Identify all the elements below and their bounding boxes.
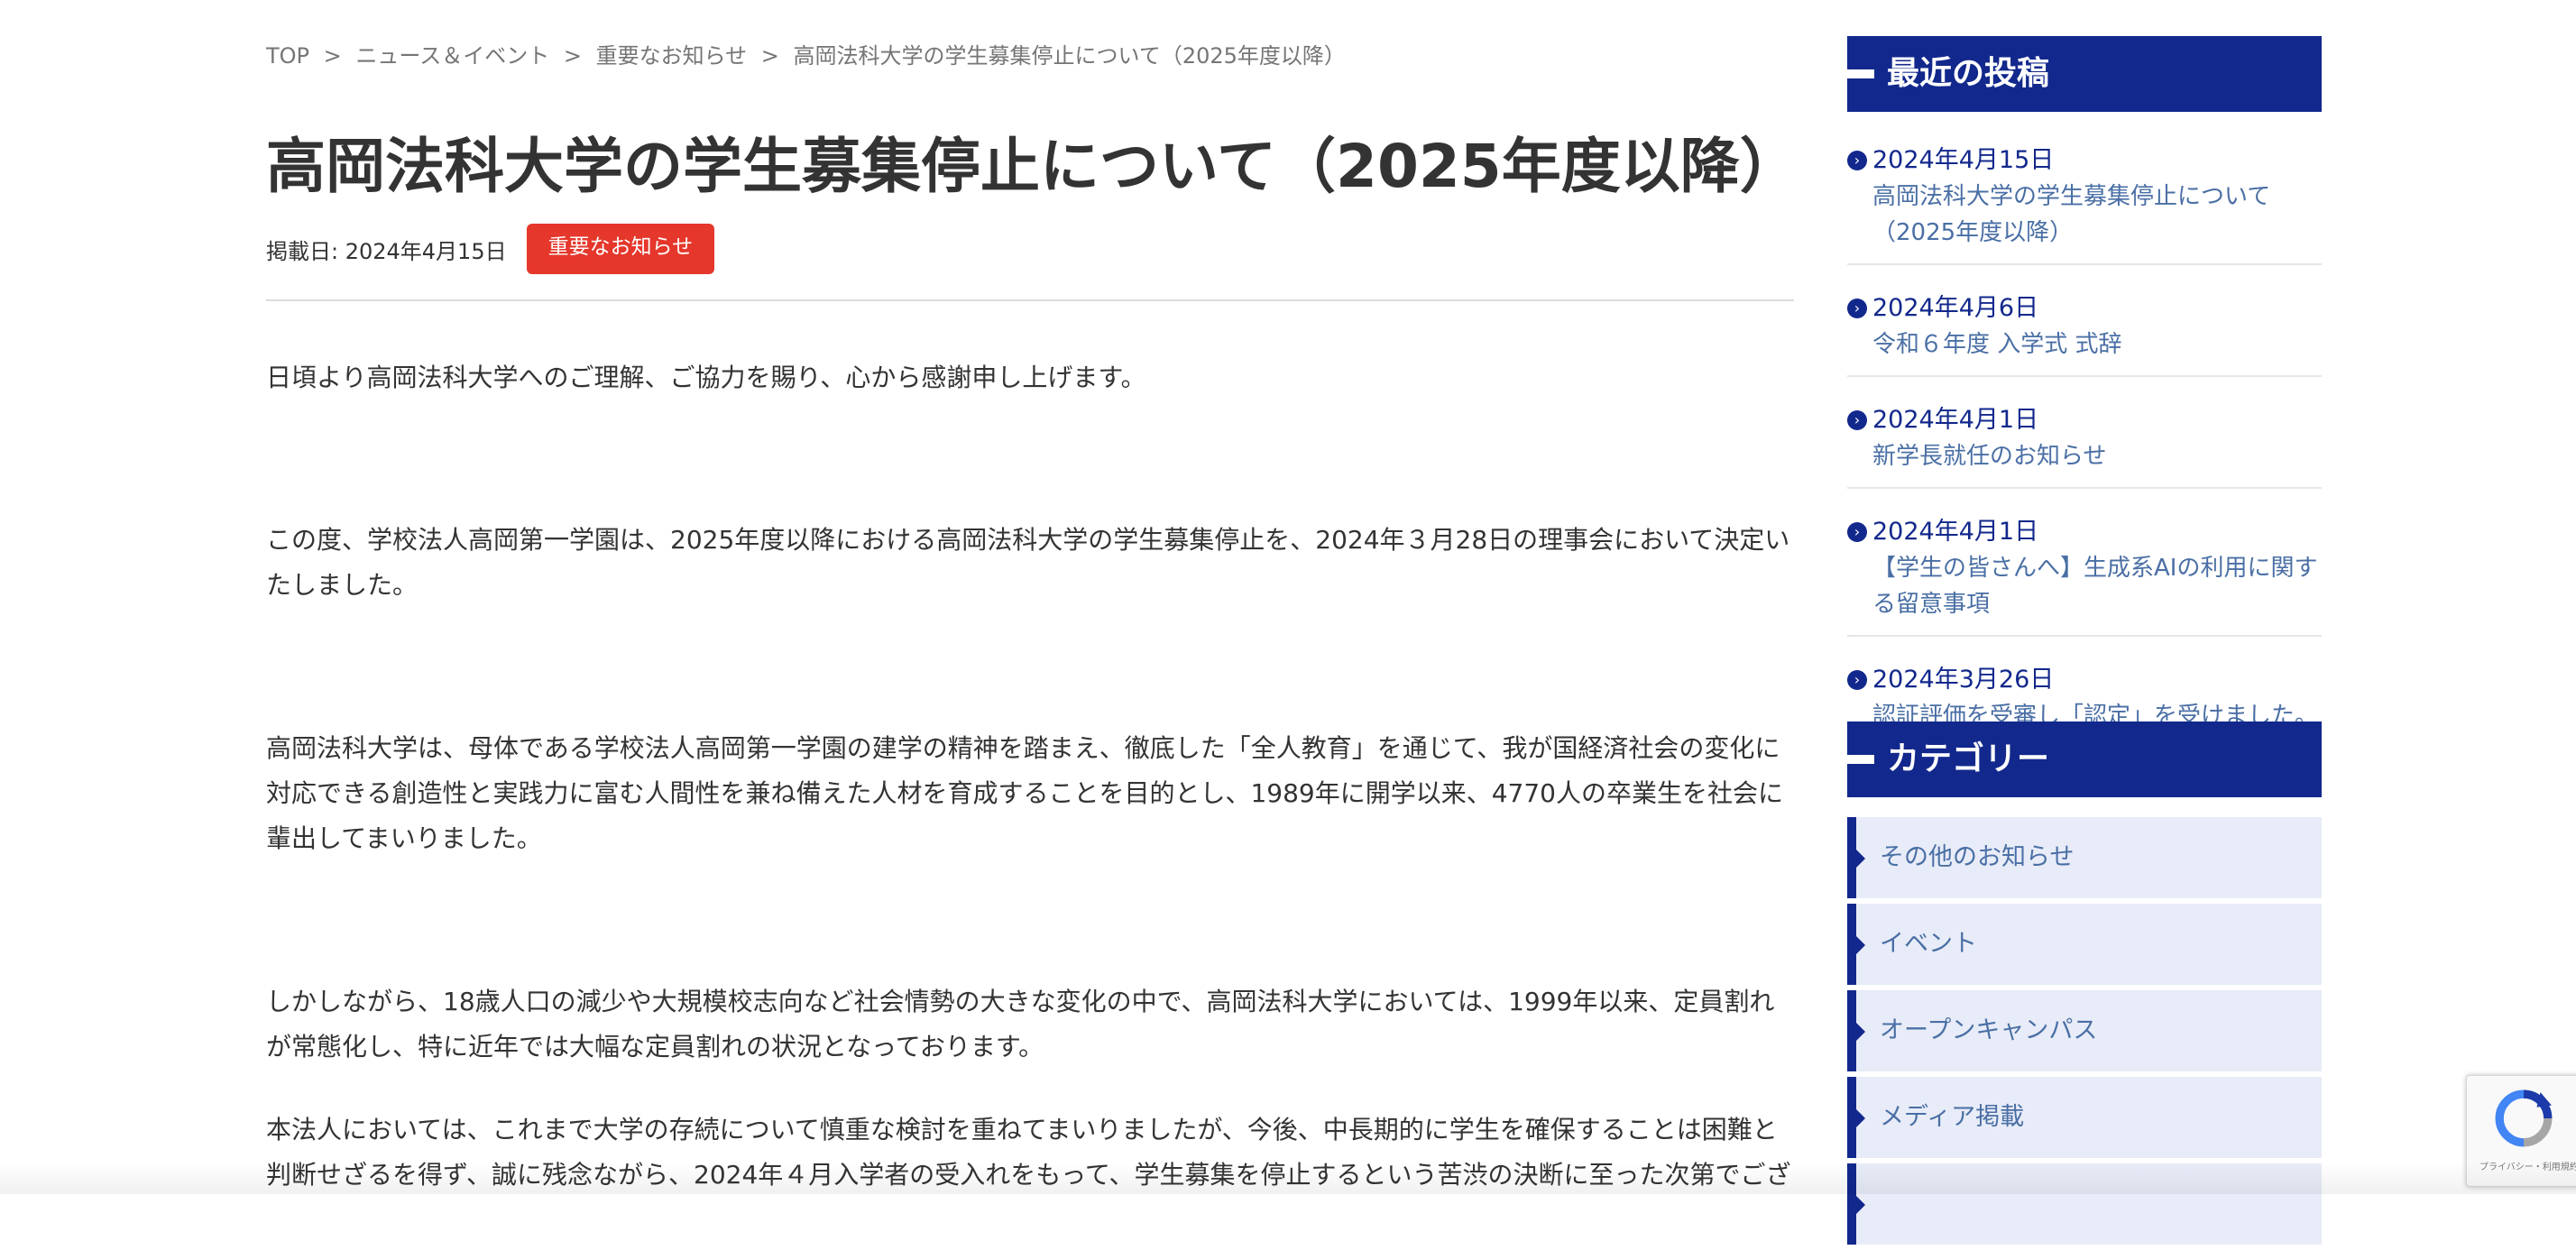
recent-post-item: › 2024年4月1日 【学生の皆さんへ】生成系AIの利用に関する留意事項: [1847, 509, 2322, 637]
recent-post-date: 2024年4月1日: [1872, 406, 2039, 434]
categories-list: その他のお知らせ イベント オープンキャンパス メディア掲載: [1847, 817, 2322, 1250]
recaptcha-privacy-terms[interactable]: プライバシー・利用規約: [2479, 1159, 2576, 1172]
recaptcha-badge[interactable]: プライバシー・利用規約: [2466, 1075, 2576, 1187]
article-paragraph: 本法人においては、これまで大学の存続について慎重な検討を重ねてまいりましたが、今…: [266, 1115, 1791, 1190]
chevron-right-circle-icon: ›: [1847, 299, 1867, 318]
breadcrumb-news-events-link[interactable]: ニュース＆イベント: [355, 43, 549, 69]
category-item-partial[interactable]: [1847, 1163, 2322, 1245]
breadcrumb-current-page: 高岡法科大学の学生募集停止について（2025年度以降）: [793, 43, 1346, 69]
recent-posts-heading-text: 最近の投稿: [1887, 55, 2050, 92]
category-link[interactable]: メディア掲載: [1880, 1077, 2024, 1158]
article-meta: 掲載日: 2024年4月15日 重要なお知らせ: [266, 224, 715, 274]
chevron-right-circle-icon: ›: [1847, 670, 1867, 690]
chevron-right-circle-icon: ›: [1847, 151, 1867, 170]
triangle-right-icon: [1856, 1196, 1865, 1214]
category-item-other-notices[interactable]: その他のお知らせ: [1847, 817, 2322, 898]
category-item-open-campus[interactable]: オープンキャンパス: [1847, 990, 2322, 1071]
recent-post-date-row: › 2024年4月6日: [1847, 290, 2322, 326]
triangle-right-icon: [1856, 936, 1865, 954]
recent-post-date-row: › 2024年4月15日: [1847, 142, 2322, 179]
recent-post-date-row: › 2024年4月1日: [1847, 402, 2322, 438]
publish-date: 掲載日: 2024年4月15日: [266, 238, 507, 264]
chevron-right-circle-icon: ›: [1847, 522, 1867, 542]
category-link[interactable]: イベント: [1880, 904, 1977, 985]
category-item-events[interactable]: イベント: [1847, 904, 2322, 985]
recent-posts-list: › 2024年4月15日 高岡法科大学の学生募集停止について（2025年度以降）…: [1847, 137, 2322, 768]
recent-post-date: 2024年4月1日: [1872, 518, 2039, 546]
category-badge[interactable]: 重要なお知らせ: [526, 224, 715, 274]
recent-post-item: › 2024年4月1日 新学長就任のお知らせ: [1847, 397, 2322, 489]
recent-post-link[interactable]: 高岡法科大学の学生募集停止について（2025年度以降）: [1847, 179, 2322, 251]
category-link[interactable]: オープンキャンパス: [1880, 990, 2097, 1071]
recent-post-date: 2024年4月15日: [1872, 146, 2055, 174]
article-paragraph: 高岡法科大学は、母体である学校法人高岡第一学園の建学の精神を踏まえ、徹底した「全…: [266, 733, 1783, 853]
recent-post-item: › 2024年4月6日 令和６年度 入学式 式辞: [1847, 285, 2322, 377]
breadcrumb-top-link[interactable]: TOP: [266, 43, 309, 69]
categories-heading: カテゴリー: [1847, 722, 2322, 797]
recent-post-item: › 2024年4月15日 高岡法科大学の学生募集停止について（2025年度以降）: [1847, 137, 2322, 265]
article-paragraph: 日頃より高岡法科大学へのご理解、ご協力を賜り、心から感謝申し上げます。: [266, 363, 1146, 392]
triangle-right-icon: [1856, 1109, 1865, 1127]
category-link[interactable]: その他のお知らせ: [1880, 817, 2074, 898]
categories-heading-text: カテゴリー: [1887, 740, 2050, 777]
breadcrumb-important-notice-link[interactable]: 重要なお知らせ: [596, 43, 748, 69]
recent-post-date: 2024年4月6日: [1872, 294, 2039, 322]
recent-posts-heading: 最近の投稿: [1847, 36, 2322, 112]
recent-post-link[interactable]: 新学長就任のお知らせ: [1847, 438, 2322, 474]
recent-post-link[interactable]: 令和６年度 入学式 式辞: [1847, 326, 2322, 363]
breadcrumb-separator: >: [323, 43, 342, 69]
breadcrumb-separator: >: [760, 43, 779, 69]
page-title: 高岡法科大学の学生募集停止について（2025年度以降）: [266, 132, 1799, 201]
recent-post-link[interactable]: 【学生の皆さんへ】生成系AIの利用に関する留意事項: [1847, 550, 2322, 622]
chevron-right-circle-icon: ›: [1847, 410, 1867, 430]
title-divider: [266, 299, 1794, 301]
heading-bar-decoration: [1847, 755, 1874, 764]
triangle-right-icon: [1856, 850, 1865, 868]
recent-post-date-row: › 2024年3月26日: [1847, 662, 2322, 698]
article-paragraph: しかしながら、18歳人口の減少や大規模校志向など社会情勢の大きな変化の中で、高岡…: [266, 987, 1775, 1062]
breadcrumb: TOP > ニュース＆イベント > 重要なお知らせ > 高岡法科大学の学生募集停…: [266, 38, 1346, 69]
article-paragraph: この度、学校法人高岡第一学園は、2025年度以降における高岡法科大学の学生募集停…: [266, 525, 1790, 600]
breadcrumb-separator: >: [563, 43, 582, 69]
recent-post-date: 2024年3月26日: [1872, 666, 2055, 694]
category-item-media[interactable]: メディア掲載: [1847, 1077, 2322, 1158]
recaptcha-logo-icon: [2495, 1089, 2553, 1147]
triangle-right-icon: [1856, 1023, 1865, 1041]
heading-bar-decoration: [1847, 69, 1874, 78]
recent-post-date-row: › 2024年4月1日: [1847, 514, 2322, 550]
